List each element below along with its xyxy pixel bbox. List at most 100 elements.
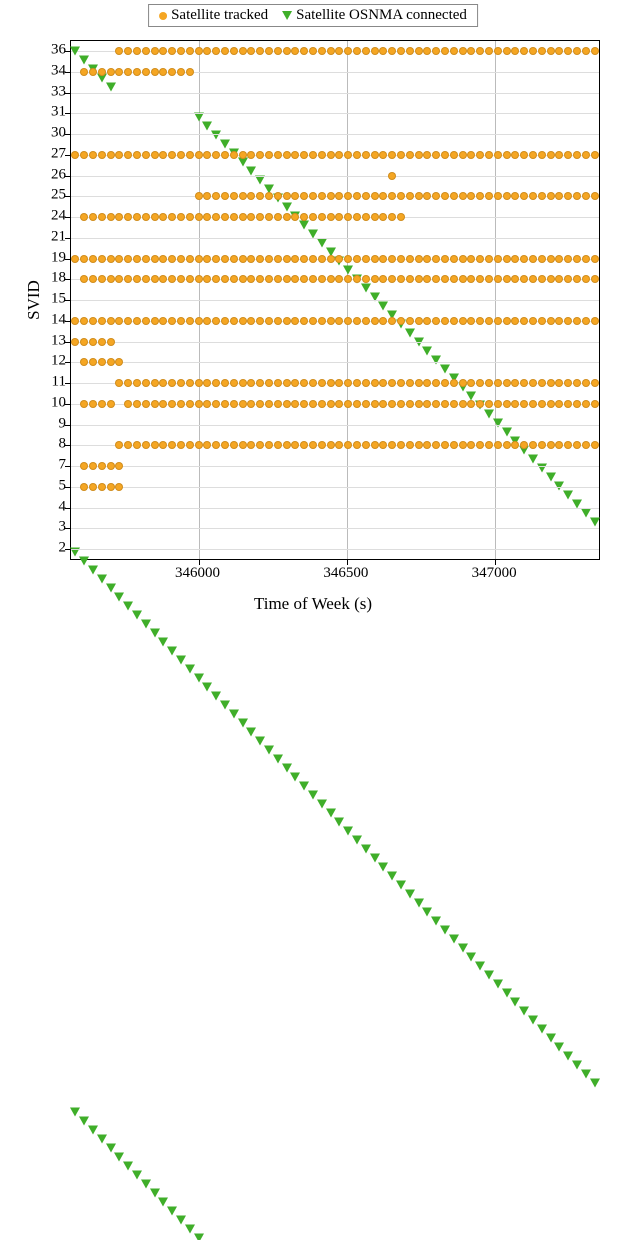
circle-icon xyxy=(115,275,123,283)
circle-icon xyxy=(239,151,247,159)
circle-icon xyxy=(397,400,405,408)
y-tick-label: 19 xyxy=(51,249,66,266)
circle-icon xyxy=(309,317,317,325)
circle-icon xyxy=(591,379,599,387)
circle-icon xyxy=(547,192,555,200)
triangle-icon xyxy=(546,472,556,481)
triangle-icon xyxy=(70,1108,80,1117)
circle-icon xyxy=(124,275,132,283)
circle-icon xyxy=(573,151,581,159)
triangle-icon xyxy=(202,121,212,130)
circle-icon xyxy=(309,400,317,408)
circle-icon xyxy=(423,441,431,449)
circle-icon xyxy=(520,317,528,325)
circle-icon xyxy=(80,213,88,221)
triangle-icon xyxy=(158,1198,168,1207)
circle-icon xyxy=(441,379,449,387)
circle-icon xyxy=(520,379,528,387)
circle-icon xyxy=(177,400,185,408)
circle-icon xyxy=(459,275,467,283)
circle-icon xyxy=(423,400,431,408)
circle-icon xyxy=(406,47,414,55)
circle-icon xyxy=(335,441,343,449)
circle-icon xyxy=(555,275,563,283)
circle-icon xyxy=(529,441,537,449)
circle-icon xyxy=(415,441,423,449)
circle-icon xyxy=(415,379,423,387)
circle-icon xyxy=(582,400,590,408)
circle-icon xyxy=(555,255,563,263)
triangle-icon xyxy=(114,592,124,601)
circle-icon xyxy=(247,317,255,325)
circle-icon xyxy=(423,192,431,200)
y-tick-label: 8 xyxy=(59,436,67,453)
circle-icon xyxy=(221,255,229,263)
circle-icon xyxy=(520,47,528,55)
circle-icon xyxy=(353,47,361,55)
circle-icon xyxy=(239,275,247,283)
circle-icon xyxy=(115,379,123,387)
circle-icon xyxy=(274,213,282,221)
y-tick-label: 26 xyxy=(51,166,66,183)
circle-icon xyxy=(142,151,150,159)
circle-icon xyxy=(344,192,352,200)
legend-item-connected: Satellite OSNMA connected xyxy=(282,7,467,24)
circle-icon xyxy=(379,379,387,387)
circle-icon xyxy=(327,192,335,200)
circle-icon xyxy=(274,47,282,55)
circle-icon xyxy=(467,441,475,449)
circle-icon xyxy=(80,462,88,470)
circle-icon xyxy=(529,255,537,263)
circle-icon xyxy=(159,47,167,55)
circle-icon xyxy=(283,151,291,159)
triangle-icon xyxy=(229,709,239,718)
circle-icon xyxy=(168,213,176,221)
circle-icon xyxy=(379,275,387,283)
triangle-icon xyxy=(299,220,309,229)
circle-icon xyxy=(335,379,343,387)
triangle-icon xyxy=(185,664,195,673)
circle-icon xyxy=(406,275,414,283)
circle-icon xyxy=(415,47,423,55)
circle-icon xyxy=(151,151,159,159)
circle-icon xyxy=(441,275,449,283)
circle-icon xyxy=(397,317,405,325)
y-tick-label: 30 xyxy=(51,125,66,142)
triangle-icon xyxy=(581,1069,591,1078)
circle-icon xyxy=(327,213,335,221)
triangle-icon xyxy=(79,1117,89,1126)
circle-icon xyxy=(133,317,141,325)
circle-icon xyxy=(168,379,176,387)
circle-icon xyxy=(388,255,396,263)
circle-icon xyxy=(133,213,141,221)
circle-icon xyxy=(221,400,229,408)
circle-icon xyxy=(591,317,599,325)
circle-icon xyxy=(459,317,467,325)
circle-icon xyxy=(186,68,194,76)
circle-icon xyxy=(177,151,185,159)
y-tick-label: 24 xyxy=(51,208,66,225)
circle-icon xyxy=(335,400,343,408)
circle-icon xyxy=(476,275,484,283)
circle-icon xyxy=(107,68,115,76)
circle-icon xyxy=(362,317,370,325)
triangle-icon xyxy=(88,565,98,574)
circle-icon xyxy=(476,255,484,263)
circle-icon xyxy=(212,213,220,221)
circle-icon xyxy=(98,213,106,221)
circle-icon xyxy=(151,441,159,449)
circle-icon xyxy=(71,338,79,346)
circle-icon xyxy=(212,47,220,55)
circle-icon xyxy=(318,47,326,55)
circle-icon xyxy=(450,47,458,55)
circle-icon xyxy=(247,192,255,200)
circle-icon xyxy=(511,317,519,325)
x-tick-label: 346000 xyxy=(175,565,220,582)
circle-icon xyxy=(318,151,326,159)
circle-icon xyxy=(564,275,572,283)
circle-icon xyxy=(300,441,308,449)
circle-icon xyxy=(107,213,115,221)
circle-icon xyxy=(362,255,370,263)
circle-icon xyxy=(98,317,106,325)
circle-icon xyxy=(415,151,423,159)
